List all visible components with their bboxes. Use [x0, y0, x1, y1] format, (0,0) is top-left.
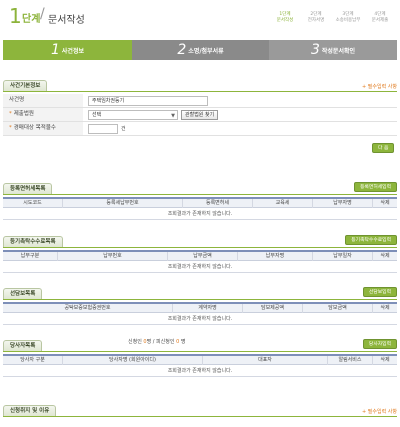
col-header: 계약자명 — [173, 304, 243, 313]
col-header: 당사자명 (회원아이디) — [63, 356, 203, 365]
col-header: 납부금액 — [168, 252, 238, 261]
case-name-label: 사건명 — [3, 94, 83, 107]
col-header: 등록면허세 — [183, 199, 253, 208]
mini-step-4: 4단계 문서제출 — [371, 12, 389, 23]
col-header: 납부구분 — [3, 252, 58, 261]
add-party-button[interactable]: 당사자입력 — [362, 339, 397, 349]
mini-step-1: 1단계 문서작성 — [276, 12, 294, 23]
col-header: 납부번호 — [58, 252, 168, 261]
register-tax-table-head: 시도코드 등록세납부번호 등록면허세 교육세 납부자명 삭제 — [3, 197, 397, 208]
register-tax-header: 등록면허세목록 — [3, 183, 397, 195]
required-note: + 필수입력 사항 — [362, 84, 397, 90]
stamp-fee-header: 등기촉탁수수료목록 — [3, 236, 397, 248]
mini-step-3: 3단계 소송비용납부 — [335, 12, 361, 23]
empty-row: 조회결과가 존재하지 않습니다. — [3, 366, 397, 377]
add-stamp-fee-button[interactable]: 등기촉탁수수료입력 — [345, 235, 397, 245]
col-header: 납부일자 — [313, 252, 373, 261]
court-search-button[interactable]: 관할법원 찾기 — [181, 110, 219, 120]
collateral-header: 선담보목록 — [3, 288, 397, 300]
step-label: 단계 — [22, 14, 41, 25]
count-input[interactable] — [88, 124, 118, 134]
col-header: 공탁보증보험증권번호 — [3, 304, 173, 313]
col-header: 등록세납부번호 — [63, 199, 183, 208]
col-header: 시도코드 — [3, 199, 63, 208]
collateral-table-head: 공탁보증보험증권번호 계약자명 담보제공액 담보금액 삭제 — [3, 302, 397, 313]
col-header: 납부자명 — [238, 252, 313, 261]
col-header: 삭제 — [380, 253, 390, 259]
parties-header: 당사자목록 — [3, 340, 397, 352]
col-header: 삭제 — [380, 305, 390, 311]
col-header: 삭제 — [380, 357, 390, 363]
court-select[interactable]: 선택 ▼ — [88, 110, 178, 120]
add-collateral-button[interactable]: 선담보입력 — [362, 287, 397, 297]
col-header: 알림서비스 — [328, 356, 373, 365]
court-row: * 제출법원 선택 ▼ 관할법원 찾기 — [3, 108, 397, 122]
stamp-fee-table-head: 납부구분 납부번호 납부금액 납부자명 납부일자 삭제 — [3, 250, 397, 261]
purpose-header: 신청취지 및 이유 + 필수입력 사항 — [3, 405, 397, 417]
col-header: 대표자 — [203, 356, 328, 365]
col-header: 담보금액 — [303, 304, 373, 313]
case-name-field[interactable]: 주택임차권등기 — [88, 96, 208, 106]
step-tabs: 1 사건정보 2 소명/첨부서류 3 작성문서확인 — [3, 40, 397, 60]
count-row: * 경매대상 목적물수 건 — [3, 122, 397, 136]
col-header: 삭제 — [380, 200, 390, 206]
case-name-row: 사건명 주택임차권등기 — [3, 94, 397, 108]
count-unit: 건 — [121, 126, 126, 132]
count-label: * 경매대상 목적물수 — [3, 122, 83, 135]
required-note: + 필수입력 사항 — [362, 409, 397, 415]
case-info-header: 사건기본정보 + 필수입력 사항 — [3, 80, 397, 92]
tab-attachments[interactable]: 2 소명/첨부서류 — [132, 40, 269, 60]
tab-review[interactable]: 3 작성문서확인 — [269, 40, 397, 60]
page-header: 1 단계 / 문서작성 1단계 문서작성 2단계 전자서명 3단계 소송비용납부… — [0, 0, 400, 40]
add-register-tax-button[interactable]: 등록면허세입력 — [354, 182, 397, 192]
col-header: 담보제공액 — [243, 304, 303, 313]
tab-case-info[interactable]: 1 사건정보 — [3, 40, 132, 60]
col-header: 납부자명 — [313, 199, 373, 208]
col-header: 교육세 — [253, 199, 313, 208]
chevron-down-icon: ▼ — [171, 113, 175, 119]
step-number: 1 — [9, 4, 22, 28]
empty-row: 조회결과가 존재하지 않습니다. — [3, 209, 397, 220]
next-button[interactable]: 다 음 — [372, 143, 395, 153]
empty-row: 조회결과가 존재하지 않습니다. — [3, 314, 397, 325]
col-header: 당사자 구분 — [3, 356, 63, 365]
page-title: 문서작성 — [48, 15, 85, 26]
empty-row: 조회결과가 존재하지 않습니다. — [3, 262, 397, 273]
parties-table-head: 당사자 구분 당사자명 (회원아이디) 대표자 알림서비스 삭제 — [3, 354, 397, 365]
court-label: * 제출법원 — [3, 108, 83, 121]
divider-slash: / — [40, 6, 45, 22]
mini-step-2: 2단계 전자서명 — [307, 12, 325, 23]
party-counter: 신청인 0명 / 피신청인 0 명 — [128, 339, 186, 345]
progress-steps: 1단계 문서작성 2단계 전자서명 3단계 소송비용납부 4단계 문서제출 — [270, 12, 396, 32]
